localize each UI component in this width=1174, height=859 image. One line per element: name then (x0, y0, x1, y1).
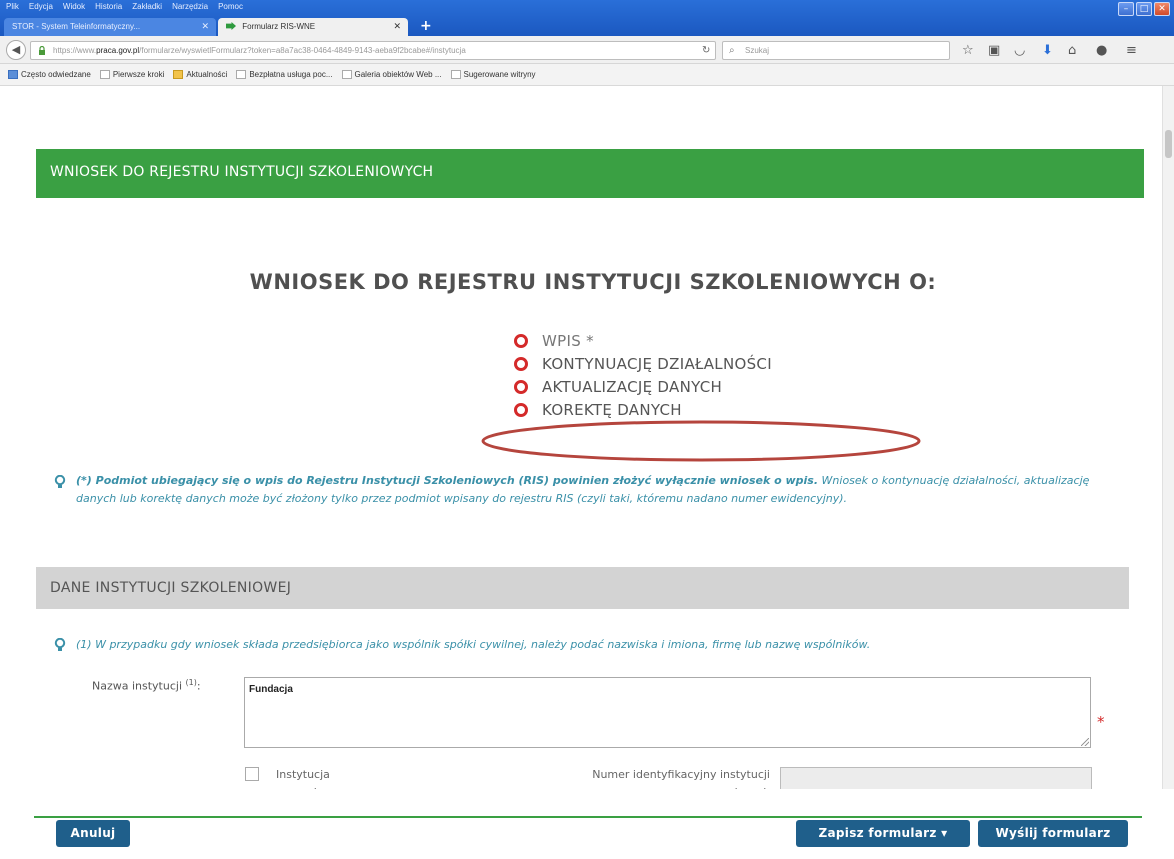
page-icon (99, 70, 110, 79)
page-icon (236, 70, 247, 79)
url-path: /formularze/wyswietlFormularz?token=a8a7… (139, 46, 466, 55)
maximize-icon[interactable]: □ (1136, 2, 1152, 16)
search-icon: ⌕ (729, 45, 735, 56)
page-icon (341, 70, 352, 79)
application-type-options: WPIS * KONTYNUACJĘ DZIAŁALNOŚCI AKTUALIZ… (514, 329, 772, 421)
lock-icon (39, 46, 45, 55)
foreign-institution-checkbox[interactable] (245, 767, 259, 781)
menu-pomoc[interactable]: Pomoc (218, 2, 243, 16)
divider (34, 816, 1142, 818)
option-kontynuacja[interactable]: KONTYNUACJĘ DZIAŁALNOŚCI (514, 352, 772, 375)
bookmark-label: Często odwiedzane (21, 70, 91, 79)
menu-hamburger-icon[interactable]: ≡ (1126, 43, 1137, 58)
menu-narzedzia[interactable]: Narzędzia (172, 2, 208, 16)
menu-zakladki[interactable]: Zakładki (132, 2, 162, 16)
resize-grip-icon[interactable] (1081, 738, 1089, 746)
radio-icon[interactable] (514, 356, 528, 371)
menu-plik[interactable]: Plik (6, 2, 19, 16)
url-bar[interactable]: https://www.praca.gov.pl/formularze/wysw… (30, 41, 716, 60)
browser-menu-bar: Plik Edycja Widok Historia Zakładki Narz… (6, 2, 243, 16)
option-aktualizacja[interactable]: AKTUALIZACJĘ DANYCH (514, 375, 772, 398)
save-form-button[interactable]: Zapisz formularz ▾ (796, 820, 970, 847)
home-icon[interactable]: ⌂ (1068, 43, 1076, 58)
option-label: KONTYNUACJĘ DZIAŁALNOŚCI (542, 354, 772, 373)
search-placeholder: Szukaj (745, 46, 770, 55)
bookmark-star-icon[interactable]: ☆ (962, 43, 974, 58)
minimize-icon[interactable]: – (1118, 2, 1134, 16)
bookmark-aktualnosci[interactable]: Aktualności (173, 70, 227, 79)
bookmark-label: Sugerowane witryny (463, 70, 536, 79)
option-label: KOREKTĘ DANYCH (542, 400, 682, 419)
pocket-icon[interactable]: ◡ (1014, 43, 1025, 58)
institution-name-label: Nazwa instytucji (1): (92, 678, 201, 693)
bookmark-label: Galeria obiektów Web ... (354, 70, 442, 79)
label-footnote: (1) (185, 678, 197, 687)
search-input[interactable]: ⌕ Szukaj (722, 41, 950, 60)
page-header: WNIOSEK DO REJESTRU INSTYTUCJI SZKOLENIO… (36, 149, 1144, 198)
navigation-bar: ◀ https://www.praca.gov.pl/formularze/wy… (0, 36, 1174, 64)
institution-name-field[interactable]: Fundacja (244, 677, 1091, 748)
notice-bold-text: (*) Podmiot ubiegający się o wpis do Rej… (76, 474, 819, 487)
option-label: WPIS * (542, 331, 594, 350)
menu-edycja[interactable]: Edycja (29, 2, 53, 16)
url-domain: praca.gov.pl (96, 46, 140, 55)
rss-icon (173, 70, 184, 79)
partners-notice: (1) W przypadku gdy wniosek składa przed… (54, 637, 1114, 653)
arrow-favicon-icon (226, 22, 236, 30)
tab-stor[interactable]: STOR - System Teleinformatyczny... ✕ (4, 18, 216, 36)
reload-icon[interactable]: ↻ (702, 45, 710, 56)
page-content: WNIOSEK DO REJESTRU INSTYTUCJI SZKOLENIO… (0, 86, 1174, 859)
new-tab-icon[interactable]: + (420, 19, 432, 33)
radio-icon[interactable] (514, 333, 528, 348)
option-korekta[interactable]: KOREKTĘ DANYCH (514, 398, 772, 421)
annotation-ellipse (481, 420, 921, 462)
close-tab-icon[interactable]: ✕ (393, 21, 401, 32)
option-wpis[interactable]: WPIS * (514, 329, 772, 352)
bookmark-bezplatna-usluga[interactable]: Bezpłatna usługa poc... (236, 70, 333, 79)
menu-historia[interactable]: Historia (95, 2, 122, 16)
url-prefix: https://www. (53, 46, 97, 55)
browser-title-bar: Plik Edycja Widok Historia Zakładki Narz… (0, 0, 1174, 36)
field-value: Fundacja (249, 684, 293, 695)
tab-label: Formularz RIS-WNE (242, 22, 316, 31)
bookmark-label: Bezpłatna usługa poc... (249, 70, 333, 79)
bookmark-pierwsze-kroki[interactable]: Pierwsze kroki (99, 70, 165, 79)
lightbulb-icon (54, 638, 66, 651)
close-window-icon[interactable]: ✕ (1154, 2, 1170, 16)
folder-icon (8, 70, 18, 79)
tab-strip: STOR - System Teleinformatyczny... ✕ For… (0, 16, 1174, 36)
cancel-button[interactable]: Anuluj (56, 820, 130, 847)
wpis-notice: (*) Podmiot ubiegający się o wpis do Rej… (54, 472, 1114, 508)
section-title: DANE INSTYTUCJI SZKOLENIOWEJ (36, 567, 1129, 609)
page-icon (450, 70, 461, 79)
action-bar: Anuluj Zapisz formularz ▾ Wyślij formula… (0, 789, 1174, 859)
back-button[interactable]: ◀ (6, 40, 26, 60)
bookmark-sugerowane[interactable]: Sugerowane witryny (450, 70, 536, 79)
close-tab-icon[interactable]: ✕ (201, 21, 209, 32)
menu-widok[interactable]: Widok (63, 2, 85, 16)
label-text: Nazwa instytucji (92, 679, 183, 693)
send-form-button[interactable]: Wyślij formularz (978, 820, 1128, 847)
required-marker: * (1097, 713, 1105, 731)
window-controls: – □ ✕ (1118, 2, 1170, 16)
radio-icon[interactable] (514, 402, 528, 417)
chat-icon[interactable]: ● (1096, 43, 1107, 58)
bookmark-label: Pierwsze kroki (112, 70, 165, 79)
bookmarks-bar: Często odwiedzane Pierwsze kroki Aktualn… (0, 64, 1174, 86)
bookmark-galeria[interactable]: Galeria obiektów Web ... (341, 70, 442, 79)
bookmark-czesto-odwiedzane[interactable]: Często odwiedzane (8, 70, 91, 79)
bookmark-label: Aktualności (186, 70, 228, 79)
notice-text: (1) W przypadku gdy wniosek składa przed… (76, 638, 871, 651)
form-title: WNIOSEK DO REJESTRU INSTYTUCJI SZKOLENIO… (249, 270, 937, 294)
download-icon[interactable]: ⬇ (1042, 43, 1053, 58)
tab-formularz[interactable]: Formularz RIS-WNE ✕ (218, 18, 408, 36)
lightbulb-icon (54, 475, 66, 488)
page-scrollbar[interactable] (1162, 86, 1174, 859)
scrollbar-thumb[interactable] (1165, 130, 1172, 158)
option-label: AKTUALIZACJĘ DANYCH (542, 377, 723, 396)
clipboard-icon[interactable]: ▣ (988, 43, 1000, 58)
radio-icon[interactable] (514, 379, 528, 394)
tab-label: STOR - System Teleinformatyczny... (12, 22, 141, 31)
